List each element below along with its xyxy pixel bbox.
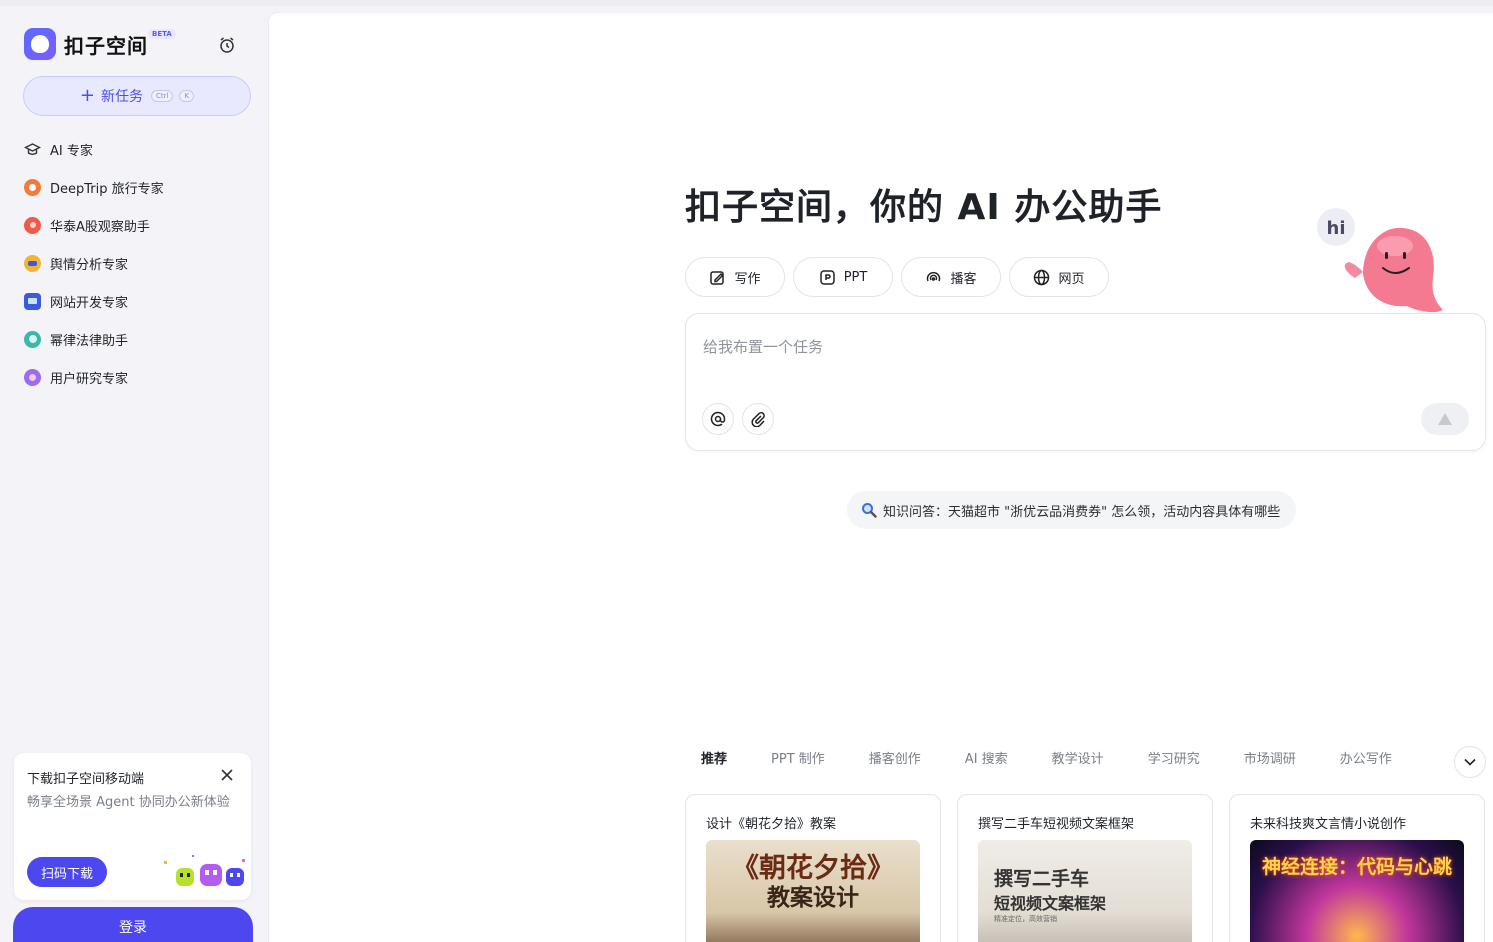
- new-task-label: 新任务: [101, 89, 144, 105]
- sidebar: 扣子空间 BETA + 新任务 Ctrl K AI 专家 DeepTrip 旅行…: [0, 6, 267, 942]
- mention-icon[interactable]: [702, 403, 734, 435]
- sidebar-item-label: 华泰A股观察助手: [50, 219, 150, 235]
- example-card[interactable]: 未来科技爽文言情小说创作 神经连接：代码与心跳: [1229, 794, 1485, 942]
- search-icon: [862, 503, 877, 518]
- tool-ppt-button[interactable]: PPT: [793, 257, 893, 297]
- sidebar-item-label: DeepTrip 旅行专家: [50, 181, 164, 197]
- tab-recommend[interactable]: 推荐: [701, 748, 727, 767]
- tool-chips: 写作 PPT 播客 网页: [685, 257, 1109, 297]
- sidebar-item-huatai[interactable]: 华泰A股观察助手: [16, 206, 256, 244]
- tab-podcast[interactable]: 播客创作: [869, 748, 921, 767]
- law-icon: [24, 330, 41, 348]
- edit-icon: [710, 270, 725, 285]
- tab-ai-search[interactable]: AI 搜索: [965, 748, 1008, 767]
- card-image: 《朝花夕拾》 教案设计: [706, 840, 920, 942]
- download-card-desc: 畅享全场景 Agent 协同办公新体验: [27, 795, 230, 810]
- tool-podcast-button[interactable]: 播客: [901, 257, 1001, 297]
- sidebar-item-user-research[interactable]: 用户研究专家: [16, 358, 256, 396]
- expert-nav: AI 专家 DeepTrip 旅行专家 华泰A股观察助手 舆情分析专家 网站开发…: [16, 130, 256, 396]
- ppt-icon: [819, 269, 835, 285]
- task-input-box[interactable]: 给我布置一个任务: [685, 313, 1486, 451]
- tool-writing-button[interactable]: 写作: [685, 257, 785, 297]
- tab-market[interactable]: 市场调研: [1244, 748, 1296, 767]
- huatai-icon: [24, 216, 41, 234]
- shortcut-key-k: K: [179, 90, 195, 102]
- send-button[interactable]: [1421, 403, 1469, 435]
- tab-office-writing[interactable]: 办公写作: [1340, 748, 1392, 767]
- card-image-text: 撰写二手车: [994, 868, 1090, 890]
- suggestion-text: 知识问答：天猫超市 "浙优云品消费券" 怎么领，活动内容具体有哪些: [883, 504, 1281, 520]
- sidebar-item-label: AI 专家: [50, 143, 93, 159]
- chevron-down-icon[interactable]: [1454, 746, 1486, 778]
- sidebar-item-label: 舆情分析专家: [50, 257, 129, 273]
- task-input-placeholder[interactable]: 给我布置一个任务: [703, 336, 823, 357]
- mascot-illustration: hi: [1315, 206, 1455, 321]
- pixel-ghosts-illustration: [162, 853, 246, 889]
- page-title: 扣子空间，你的 AI 办公助手: [685, 187, 1163, 228]
- tool-label: 网页: [1058, 271, 1085, 287]
- sentiment-icon: [24, 254, 41, 272]
- deeptrip-icon: [24, 178, 41, 196]
- example-cards: 设计《朝花夕拾》教案 《朝花夕拾》 教案设计 撰写二手车短视频文案框架 撰写二手…: [685, 794, 1485, 942]
- sidebar-item-ai-expert[interactable]: AI 专家: [16, 130, 256, 168]
- tool-label: 播客: [950, 271, 977, 287]
- arrow-up-icon: [1438, 413, 1452, 425]
- tool-label: 写作: [734, 271, 761, 287]
- card-image: 撰写二手车 短视频文案框架 精准定位，高效营销: [978, 840, 1192, 942]
- sidebar-item-label: 用户研究专家: [50, 371, 129, 387]
- app-root: 扣子空间 BETA + 新任务 Ctrl K AI 专家 DeepTrip 旅行…: [0, 0, 1493, 942]
- user-research-icon: [24, 368, 41, 386]
- example-card[interactable]: 撰写二手车短视频文案框架 撰写二手车 短视频文案框架 精准定位，高效营销: [957, 794, 1213, 942]
- example-card[interactable]: 设计《朝花夕拾》教案 《朝花夕拾》 教案设计: [685, 794, 941, 942]
- sidebar-item-law[interactable]: 幂律法律助手: [16, 320, 256, 358]
- brand-name: 扣子空间: [64, 33, 148, 58]
- download-app-card: 下载扣子空间移动端 畅享全场景 Agent 协同办公新体验 扫码下载: [14, 753, 251, 900]
- podcast-icon: [927, 271, 941, 281]
- scan-download-button[interactable]: 扫码下载: [27, 857, 107, 887]
- card-title: 设计《朝花夕拾》教案: [706, 817, 837, 832]
- card-image: 神经连接：代码与心跳: [1250, 840, 1464, 942]
- card-title: 未来科技爽文言情小说创作: [1250, 817, 1407, 832]
- suggestion-chip[interactable]: 知识问答：天猫超市 "浙优云品消费券" 怎么领，活动内容具体有哪些: [847, 491, 1297, 529]
- card-image-text: 短视频文案框架: [994, 894, 1107, 913]
- card-image-text: 神经连接：代码与心跳: [1261, 856, 1452, 878]
- logo-icon: [24, 28, 56, 60]
- sidebar-item-webdev[interactable]: 网站开发专家: [16, 282, 256, 320]
- sidebar-item-label: 网站开发专家: [50, 295, 129, 311]
- shortcut-key-ctrl: Ctrl: [151, 90, 174, 102]
- new-task-button[interactable]: + 新任务 Ctrl K: [23, 76, 251, 116]
- globe-icon: [1034, 269, 1050, 285]
- tool-webpage-button[interactable]: 网页: [1009, 257, 1109, 297]
- card-title: 撰写二手车短视频文案框架: [978, 817, 1135, 832]
- monitor-icon: [24, 292, 41, 310]
- sidebar-item-deeptrip[interactable]: DeepTrip 旅行专家: [16, 168, 256, 206]
- tab-study[interactable]: 学习研究: [1148, 748, 1200, 767]
- attachment-icon[interactable]: [742, 403, 774, 435]
- tool-label: PPT: [843, 269, 868, 285]
- close-icon[interactable]: [219, 767, 235, 783]
- tab-teaching[interactable]: 教学设计: [1052, 748, 1104, 767]
- card-image-text: 教案设计: [767, 884, 859, 911]
- sidebar-item-sentiment[interactable]: 舆情分析专家: [16, 244, 256, 282]
- mascot-greeting: hi: [1327, 218, 1346, 239]
- download-card-title: 下载扣子空间移动端: [27, 772, 145, 787]
- alarm-clock-icon[interactable]: [216, 34, 238, 56]
- category-tabs: 推荐 PPT 制作 播客创作 AI 搜索 教学设计 学习研究 市场调研 办公写作: [701, 748, 1436, 767]
- plus-icon: +: [79, 85, 96, 106]
- card-image-text: 精准定位，高效营销: [994, 915, 1057, 923]
- login-button[interactable]: 登录: [13, 907, 253, 942]
- main-panel: 扣子空间，你的 AI 办公助手 写作 PPT 播客 网页 hi 给我布置一个任务…: [268, 12, 1493, 942]
- brand[interactable]: 扣子空间 BETA: [24, 28, 176, 60]
- beta-badge: BETA: [148, 29, 176, 39]
- graduation-cap-icon: [24, 141, 41, 158]
- sidebar-item-label: 幂律法律助手: [50, 333, 129, 349]
- tab-ppt[interactable]: PPT 制作: [771, 748, 825, 767]
